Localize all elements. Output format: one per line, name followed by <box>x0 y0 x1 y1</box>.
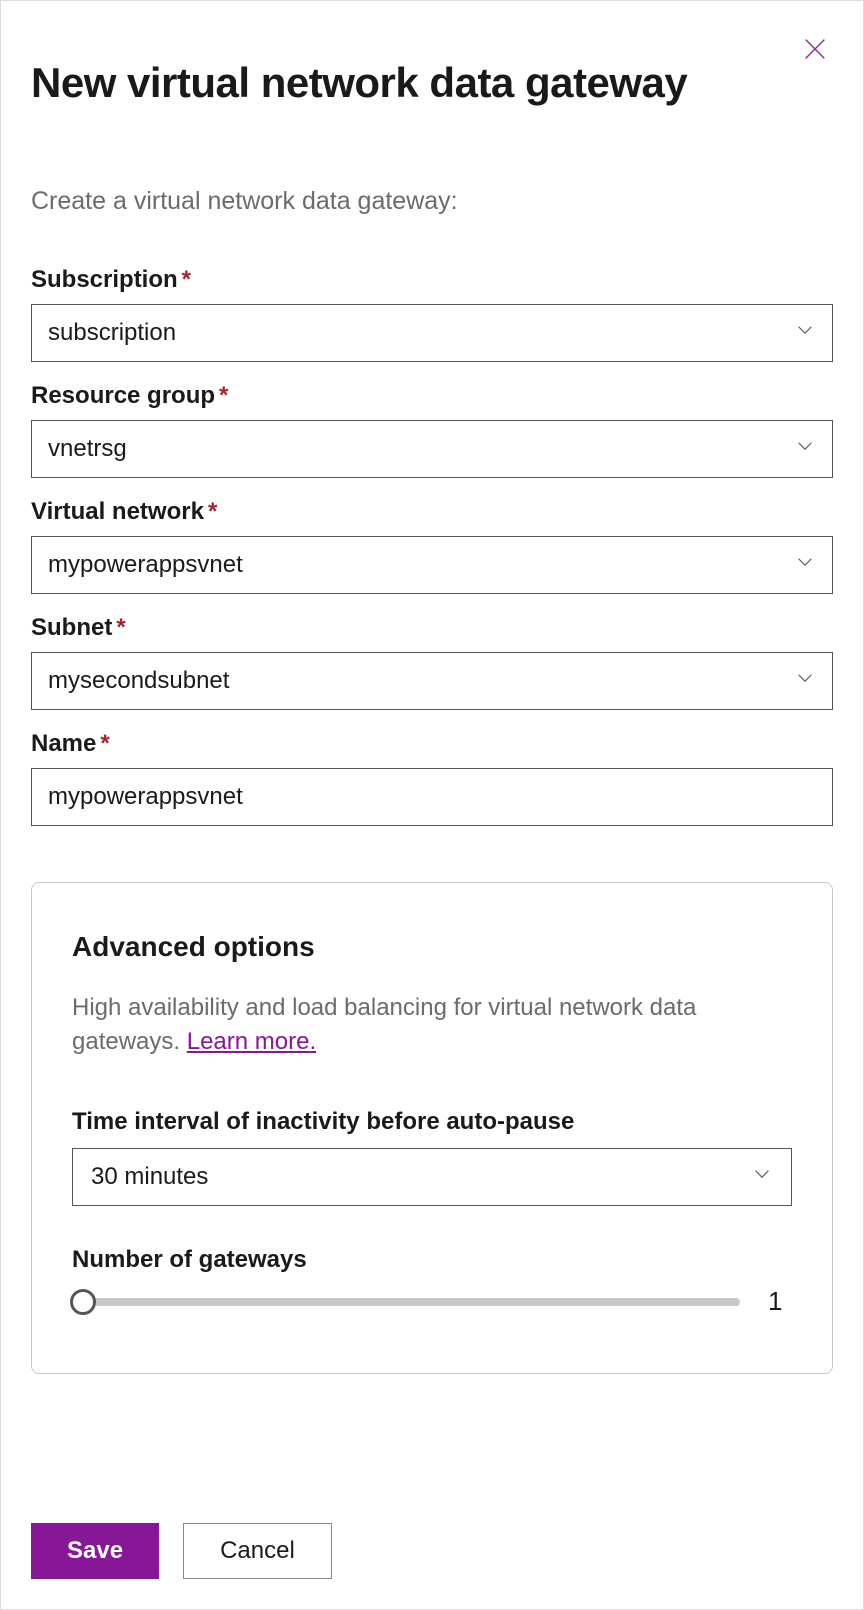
field-name: Name* <box>31 730 833 826</box>
gateways-slider[interactable] <box>72 1298 740 1306</box>
advanced-description-text: High availability and load balancing for… <box>72 994 696 1055</box>
required-indicator: * <box>219 382 228 409</box>
learn-more-link[interactable]: Learn more. <box>187 1028 316 1055</box>
gateways-label: Number of gateways <box>72 1246 792 1274</box>
inactivity-label: Time interval of inactivity before auto-… <box>72 1108 792 1136</box>
dialog-subtitle: Create a virtual network data gateway: <box>31 187 833 216</box>
virtual-network-dropdown[interactable]: mypowerappsvnet <box>31 536 833 594</box>
advanced-options-title: Advanced options <box>72 931 792 963</box>
close-icon <box>801 35 829 63</box>
save-button[interactable]: Save <box>31 1523 159 1579</box>
name-input[interactable] <box>31 768 833 826</box>
dialog-footer: Save Cancel <box>31 1483 833 1579</box>
required-indicator: * <box>182 266 191 293</box>
virtual-network-value: mypowerappsvnet <box>48 551 243 579</box>
required-indicator: * <box>100 730 109 757</box>
virtual-network-label-text: Virtual network <box>31 498 204 525</box>
subnet-label: Subnet* <box>31 614 833 642</box>
chevron-down-icon <box>794 667 816 696</box>
subnet-dropdown[interactable]: mysecondsubnet <box>31 652 833 710</box>
resource-group-label: Resource group* <box>31 382 833 410</box>
close-button[interactable] <box>797 31 833 67</box>
cancel-button[interactable]: Cancel <box>183 1523 332 1579</box>
chevron-down-icon <box>794 435 816 464</box>
resource-group-dropdown[interactable]: vnetrsg <box>31 420 833 478</box>
required-indicator: * <box>116 614 125 641</box>
gateways-value: 1 <box>768 1286 792 1317</box>
advanced-options-card: Advanced options High availability and l… <box>31 882 833 1374</box>
subnet-value: mysecondsubnet <box>48 667 229 695</box>
resource-group-value: vnetrsg <box>48 435 127 463</box>
dialog-title: New virtual network data gateway <box>31 59 833 107</box>
field-resource-group: Resource group* vnetrsg <box>31 382 833 478</box>
subscription-label: Subscription* <box>31 266 833 294</box>
gateways-slider-row: 1 <box>72 1286 792 1317</box>
name-label: Name* <box>31 730 833 758</box>
advanced-options-description: High availability and load balancing for… <box>72 991 792 1058</box>
required-indicator: * <box>208 498 217 525</box>
field-virtual-network: Virtual network* mypowerappsvnet <box>31 498 833 594</box>
gateways-slider-thumb[interactable] <box>70 1289 96 1315</box>
chevron-down-icon <box>751 1163 773 1192</box>
inactivity-value: 30 minutes <box>91 1163 208 1191</box>
subscription-label-text: Subscription <box>31 266 178 293</box>
virtual-network-label: Virtual network* <box>31 498 833 526</box>
subnet-label-text: Subnet <box>31 614 112 641</box>
resource-group-label-text: Resource group <box>31 382 215 409</box>
name-label-text: Name <box>31 730 96 757</box>
field-subnet: Subnet* mysecondsubnet <box>31 614 833 710</box>
field-subscription: Subscription* subscription <box>31 266 833 362</box>
chevron-down-icon <box>794 319 816 348</box>
subscription-dropdown[interactable]: subscription <box>31 304 833 362</box>
inactivity-dropdown[interactable]: 30 minutes <box>72 1148 792 1206</box>
chevron-down-icon <box>794 551 816 580</box>
subscription-value: subscription <box>48 319 176 347</box>
dialog-panel: New virtual network data gateway Create … <box>1 1 863 1609</box>
